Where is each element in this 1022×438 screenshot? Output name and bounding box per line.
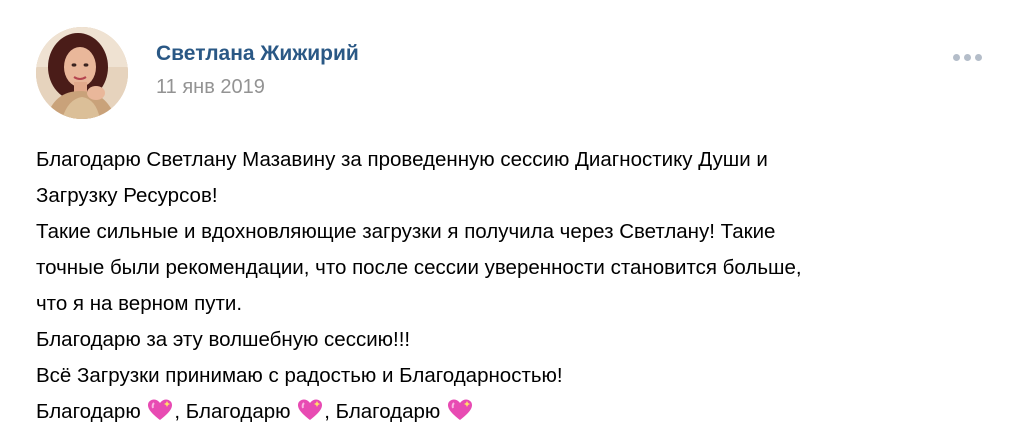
post-text-line: Благодарю за эту волшебную сессию!!! [36,328,411,351]
post-date-link[interactable]: 11 янв 2019 [156,76,265,99]
dot-icon [974,53,982,61]
thanks-word: , Благодарю [324,400,441,423]
post-text-line: Такие сильные и вдохновляющие загрузки я… [36,220,776,243]
more-options-icon[interactable] [948,44,986,70]
author-name-link[interactable]: Светлана Жижирий [156,42,359,66]
post-text-last-line: Благодарю , Благодарю , Благодарю [36,394,996,430]
thanks-word: Благодарю [36,400,141,423]
sparkling-heart-icon [448,399,472,420]
post-text-line: точные были рекомендации, что после сесс… [36,256,802,279]
post-text-line: что я на верном пути. [36,292,243,315]
sparkling-heart-icon [148,399,173,420]
post-text-line: Всё Загрузки принимаю с радостью и Благо… [36,364,563,387]
dot-icon [963,53,971,61]
post-text-line: Благодарю Светлану Мазавину за проведенн… [36,148,768,171]
sparkling-heart-icon [298,399,323,420]
thanks-word: , Благодарю [174,400,291,423]
post-text: Благодарю Светлану Мазавину за проведенн… [36,142,996,430]
dot-icon [952,53,960,61]
wall-post: Светлана Жижирий 11 янв 2019 Благодарю С… [0,0,1022,438]
post-text-line: Загрузку Ресурсов! [36,184,218,207]
author-avatar[interactable] [36,27,128,119]
